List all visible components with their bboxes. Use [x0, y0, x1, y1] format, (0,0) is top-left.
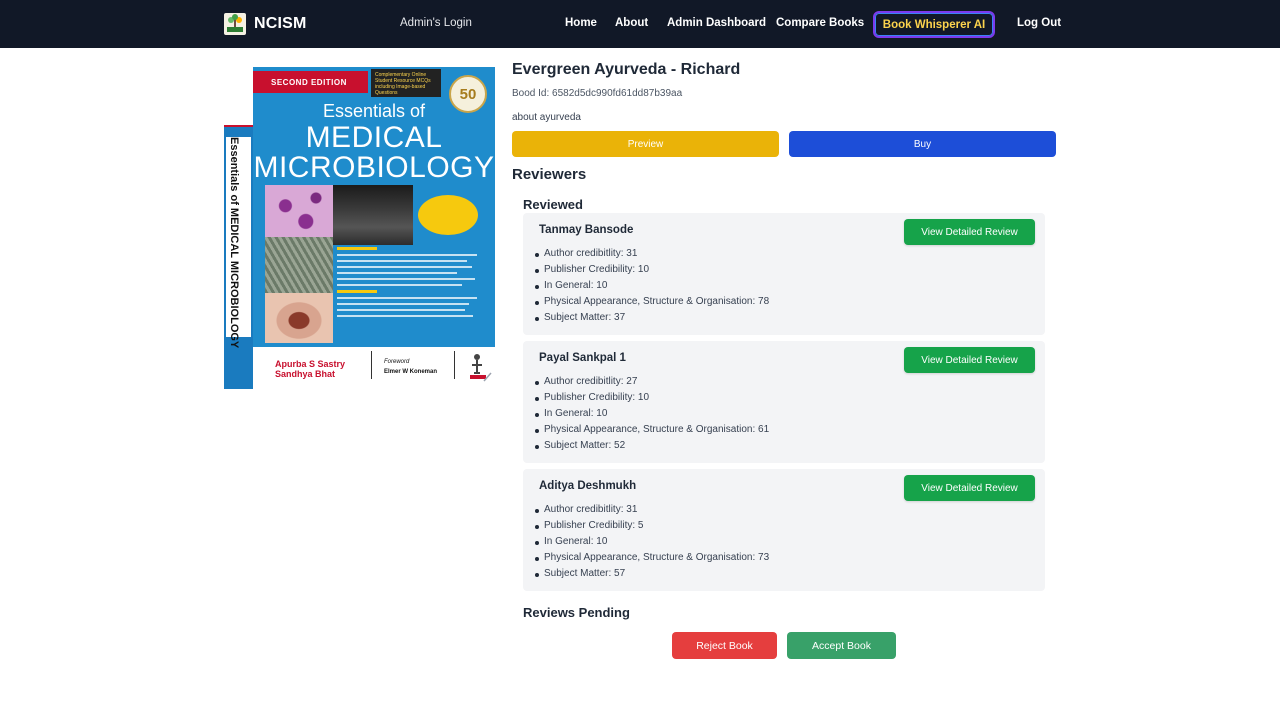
cover-foreword-label: Foreword: [384, 359, 410, 365]
spine-top-block: [224, 67, 253, 127]
review-card: Payal Sankpal 1 View Detailed Review Aut…: [523, 341, 1045, 463]
reviewer-name: Tanmay Bansode: [539, 224, 634, 236]
ncism-logo-icon: [224, 13, 246, 35]
nav-admin-dashboard-link[interactable]: Admin Dashboard: [667, 17, 766, 29]
criteria-subject-matter: Subject Matter: 37: [534, 310, 769, 326]
nav-about-link[interactable]: About: [615, 17, 648, 29]
cover-cells-image: [265, 185, 333, 237]
criteria-publisher-credibility: Publisher Credibility: 10: [534, 262, 769, 278]
book-description: about ayurveda: [512, 112, 581, 123]
criteria-author-credibility: Author credibitlity: 31: [534, 246, 769, 262]
review-criteria-list: Author credibitlity: 31 Publisher Credib…: [534, 502, 769, 582]
criteria-author-credibility: Author credibitlity: 27: [534, 374, 769, 390]
cover-features-list: [337, 247, 487, 343]
spine-title-block: Essentials of MEDICAL MICROBIOLOGY: [226, 137, 251, 348]
cover-eye-image: [265, 293, 333, 343]
edition-banner: SECOND EDITION: [253, 71, 368, 93]
reviewer-name: Aditya Deshmukh: [539, 480, 637, 492]
criteria-author-credibility: Author credibitlity: 31: [534, 502, 769, 518]
online-resource-box: Complementary Online Student Resource MC…: [371, 69, 441, 97]
book-whisperer-ai-label: Book Whisperer AI: [882, 18, 986, 31]
nav-home-link[interactable]: Home: [565, 17, 597, 29]
brand[interactable]: NCISM: [224, 13, 307, 35]
buy-button[interactable]: Buy: [789, 131, 1056, 157]
cover-front: SECOND EDITION Complementary Online Stud…: [253, 67, 495, 347]
logout-link[interactable]: Log Out: [1017, 17, 1061, 29]
review-card: Tanmay Bansode View Detailed Review Auth…: [523, 213, 1045, 335]
cover-foreword-name: Elmer W Koneman: [384, 369, 438, 375]
cover-lab-device-image: [333, 185, 413, 245]
view-detailed-review-button[interactable]: View Detailed Review: [904, 347, 1035, 373]
book-id: Bood Id: 6582d5dc990fd61dd87b39aa: [512, 88, 683, 99]
book-whisperer-ai-button[interactable]: Book Whisperer AI: [873, 11, 995, 38]
criteria-publisher-credibility: Publisher Credibility: 5: [534, 518, 769, 534]
criteria-in-general: In General: 10: [534, 406, 769, 422]
reviews-pending-heading: Reviews Pending: [523, 605, 630, 620]
spine-title: Essentials of MEDICAL MICROBIOLOGY: [228, 137, 240, 349]
reviewer-name: Payal Sankpal 1: [539, 352, 626, 364]
cover-title-line1: Essentials of: [322, 101, 426, 121]
brand-name: NCISM: [254, 15, 307, 32]
criteria-physical-appearance: Physical Appearance, Structure & Organis…: [534, 550, 769, 566]
cover-author-1: Apurba S Sastry: [275, 359, 346, 369]
cover-bottom: Apurba S Sastry Sandhya Bhat Foreword El…: [253, 347, 495, 389]
reviewers-heading: Reviewers: [512, 166, 587, 183]
reviewed-heading: Reviewed: [523, 197, 583, 212]
book-cover-image: Essentials of MEDICAL MICROBIOLOGY SECON…: [224, 61, 495, 389]
view-detailed-review-button[interactable]: View Detailed Review: [904, 219, 1035, 245]
criteria-subject-matter: Subject Matter: 52: [534, 438, 769, 454]
top-navbar: NCISM Admin's Login Home About Admin Das…: [0, 0, 1280, 48]
cover-divider: [371, 351, 372, 379]
accept-book-button[interactable]: Accept Book: [787, 632, 896, 659]
cover-spine: Essentials of MEDICAL MICROBIOLOGY: [224, 67, 253, 389]
cover-culture-image: [265, 237, 333, 293]
cover-star-badge: [418, 195, 478, 235]
reject-book-button[interactable]: Reject Book: [672, 632, 777, 659]
criteria-publisher-credibility: Publisher Credibility: 10: [534, 390, 769, 406]
preview-button[interactable]: Preview: [512, 131, 779, 157]
cover-author-2: Sandhya Bhat: [275, 369, 336, 379]
nav-compare-books-link[interactable]: Compare Books: [776, 17, 864, 29]
view-detailed-review-button[interactable]: View Detailed Review: [904, 475, 1035, 501]
cover-foreword: Foreword Elmer W Koneman: [384, 357, 437, 377]
review-card: Aditya Deshmukh View Detailed Review Aut…: [523, 469, 1045, 591]
book-title: Evergreen Ayurveda - Richard: [512, 61, 741, 78]
cover-authors: Apurba S Sastry Sandhya Bhat: [275, 359, 345, 379]
criteria-in-general: In General: 10: [534, 278, 769, 294]
cover-title-line3: MICROBIOLOGY: [253, 151, 495, 184]
cover-divider: [454, 351, 455, 379]
cover-title-line2: MEDICAL: [305, 121, 443, 154]
criteria-subject-matter: Subject Matter: 57: [534, 566, 769, 582]
criteria-physical-appearance: Physical Appearance, Structure & Organis…: [534, 422, 769, 438]
review-criteria-list: Author credibitlity: 31 Publisher Credib…: [534, 246, 769, 326]
criteria-in-general: In General: 10: [534, 534, 769, 550]
publisher-logo-icon: [466, 351, 492, 383]
criteria-physical-appearance: Physical Appearance, Structure & Organis…: [534, 294, 769, 310]
admin-login-link[interactable]: Admin's Login: [400, 17, 472, 29]
review-criteria-list: Author credibitlity: 27 Publisher Credib…: [534, 374, 769, 454]
